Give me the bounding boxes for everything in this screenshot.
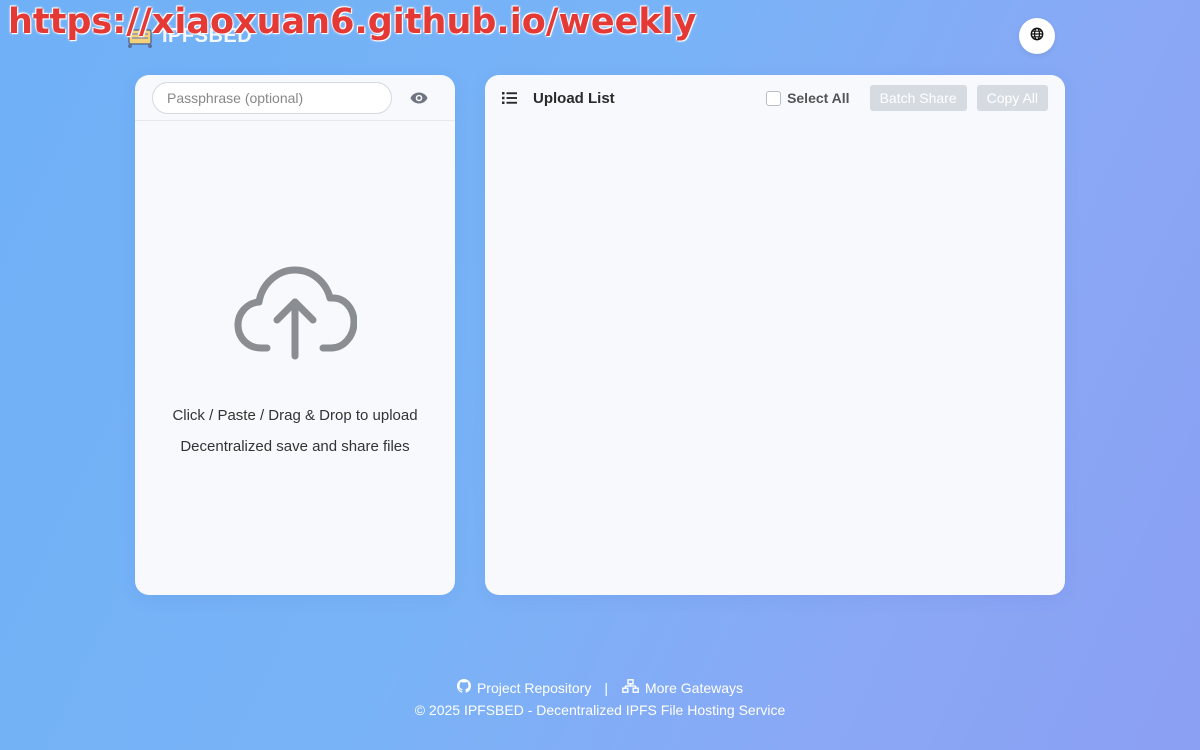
list-icon bbox=[502, 91, 517, 105]
passphrase-input[interactable] bbox=[152, 81, 392, 114]
watermark-url: https://xiaoxuan6.github.io/weekly bbox=[8, 2, 697, 42]
select-all-toggle[interactable]: Select All bbox=[766, 90, 850, 106]
globe-icon bbox=[1030, 27, 1044, 46]
upload-drop-zone[interactable]: Click / Paste / Drag & Drop to upload De… bbox=[135, 121, 455, 595]
select-all-checkbox[interactable] bbox=[766, 90, 782, 106]
upload-list-body bbox=[485, 121, 1065, 595]
footer-links: Project Repository | More Gateways bbox=[0, 679, 1200, 696]
upload-panel-header bbox=[135, 75, 455, 121]
copy-all-button[interactable]: Copy All bbox=[976, 85, 1048, 111]
upload-list-panel: Upload List Select All Batch Share Copy … bbox=[485, 75, 1065, 595]
more-gateways-link[interactable]: More Gateways bbox=[622, 679, 743, 696]
upload-panel: Click / Paste / Drag & Drop to upload De… bbox=[135, 75, 455, 595]
footer-separator: | bbox=[604, 679, 608, 696]
cloud-upload-icon bbox=[233, 264, 358, 365]
upload-list-title: Upload List bbox=[533, 89, 615, 107]
drop-instruction: Click / Paste / Drag & Drop to upload bbox=[172, 407, 418, 424]
copyright-text: © 2025 IPFSBED - Decentralized IPFS File… bbox=[414, 702, 786, 718]
github-icon bbox=[456, 679, 471, 696]
eye-icon[interactable] bbox=[409, 88, 429, 108]
batch-share-button[interactable]: Batch Share bbox=[869, 85, 967, 111]
upload-list-header: Upload List Select All Batch Share Copy … bbox=[485, 75, 1065, 121]
language-button[interactable] bbox=[1019, 18, 1055, 54]
drop-description: Decentralized save and share files bbox=[180, 438, 410, 455]
network-icon bbox=[622, 679, 639, 696]
select-all-label: Select All bbox=[787, 90, 850, 106]
project-repository-label: Project Repository bbox=[476, 679, 592, 696]
project-repository-link[interactable]: Project Repository bbox=[456, 679, 592, 696]
more-gateways-label: More Gateways bbox=[644, 679, 744, 696]
